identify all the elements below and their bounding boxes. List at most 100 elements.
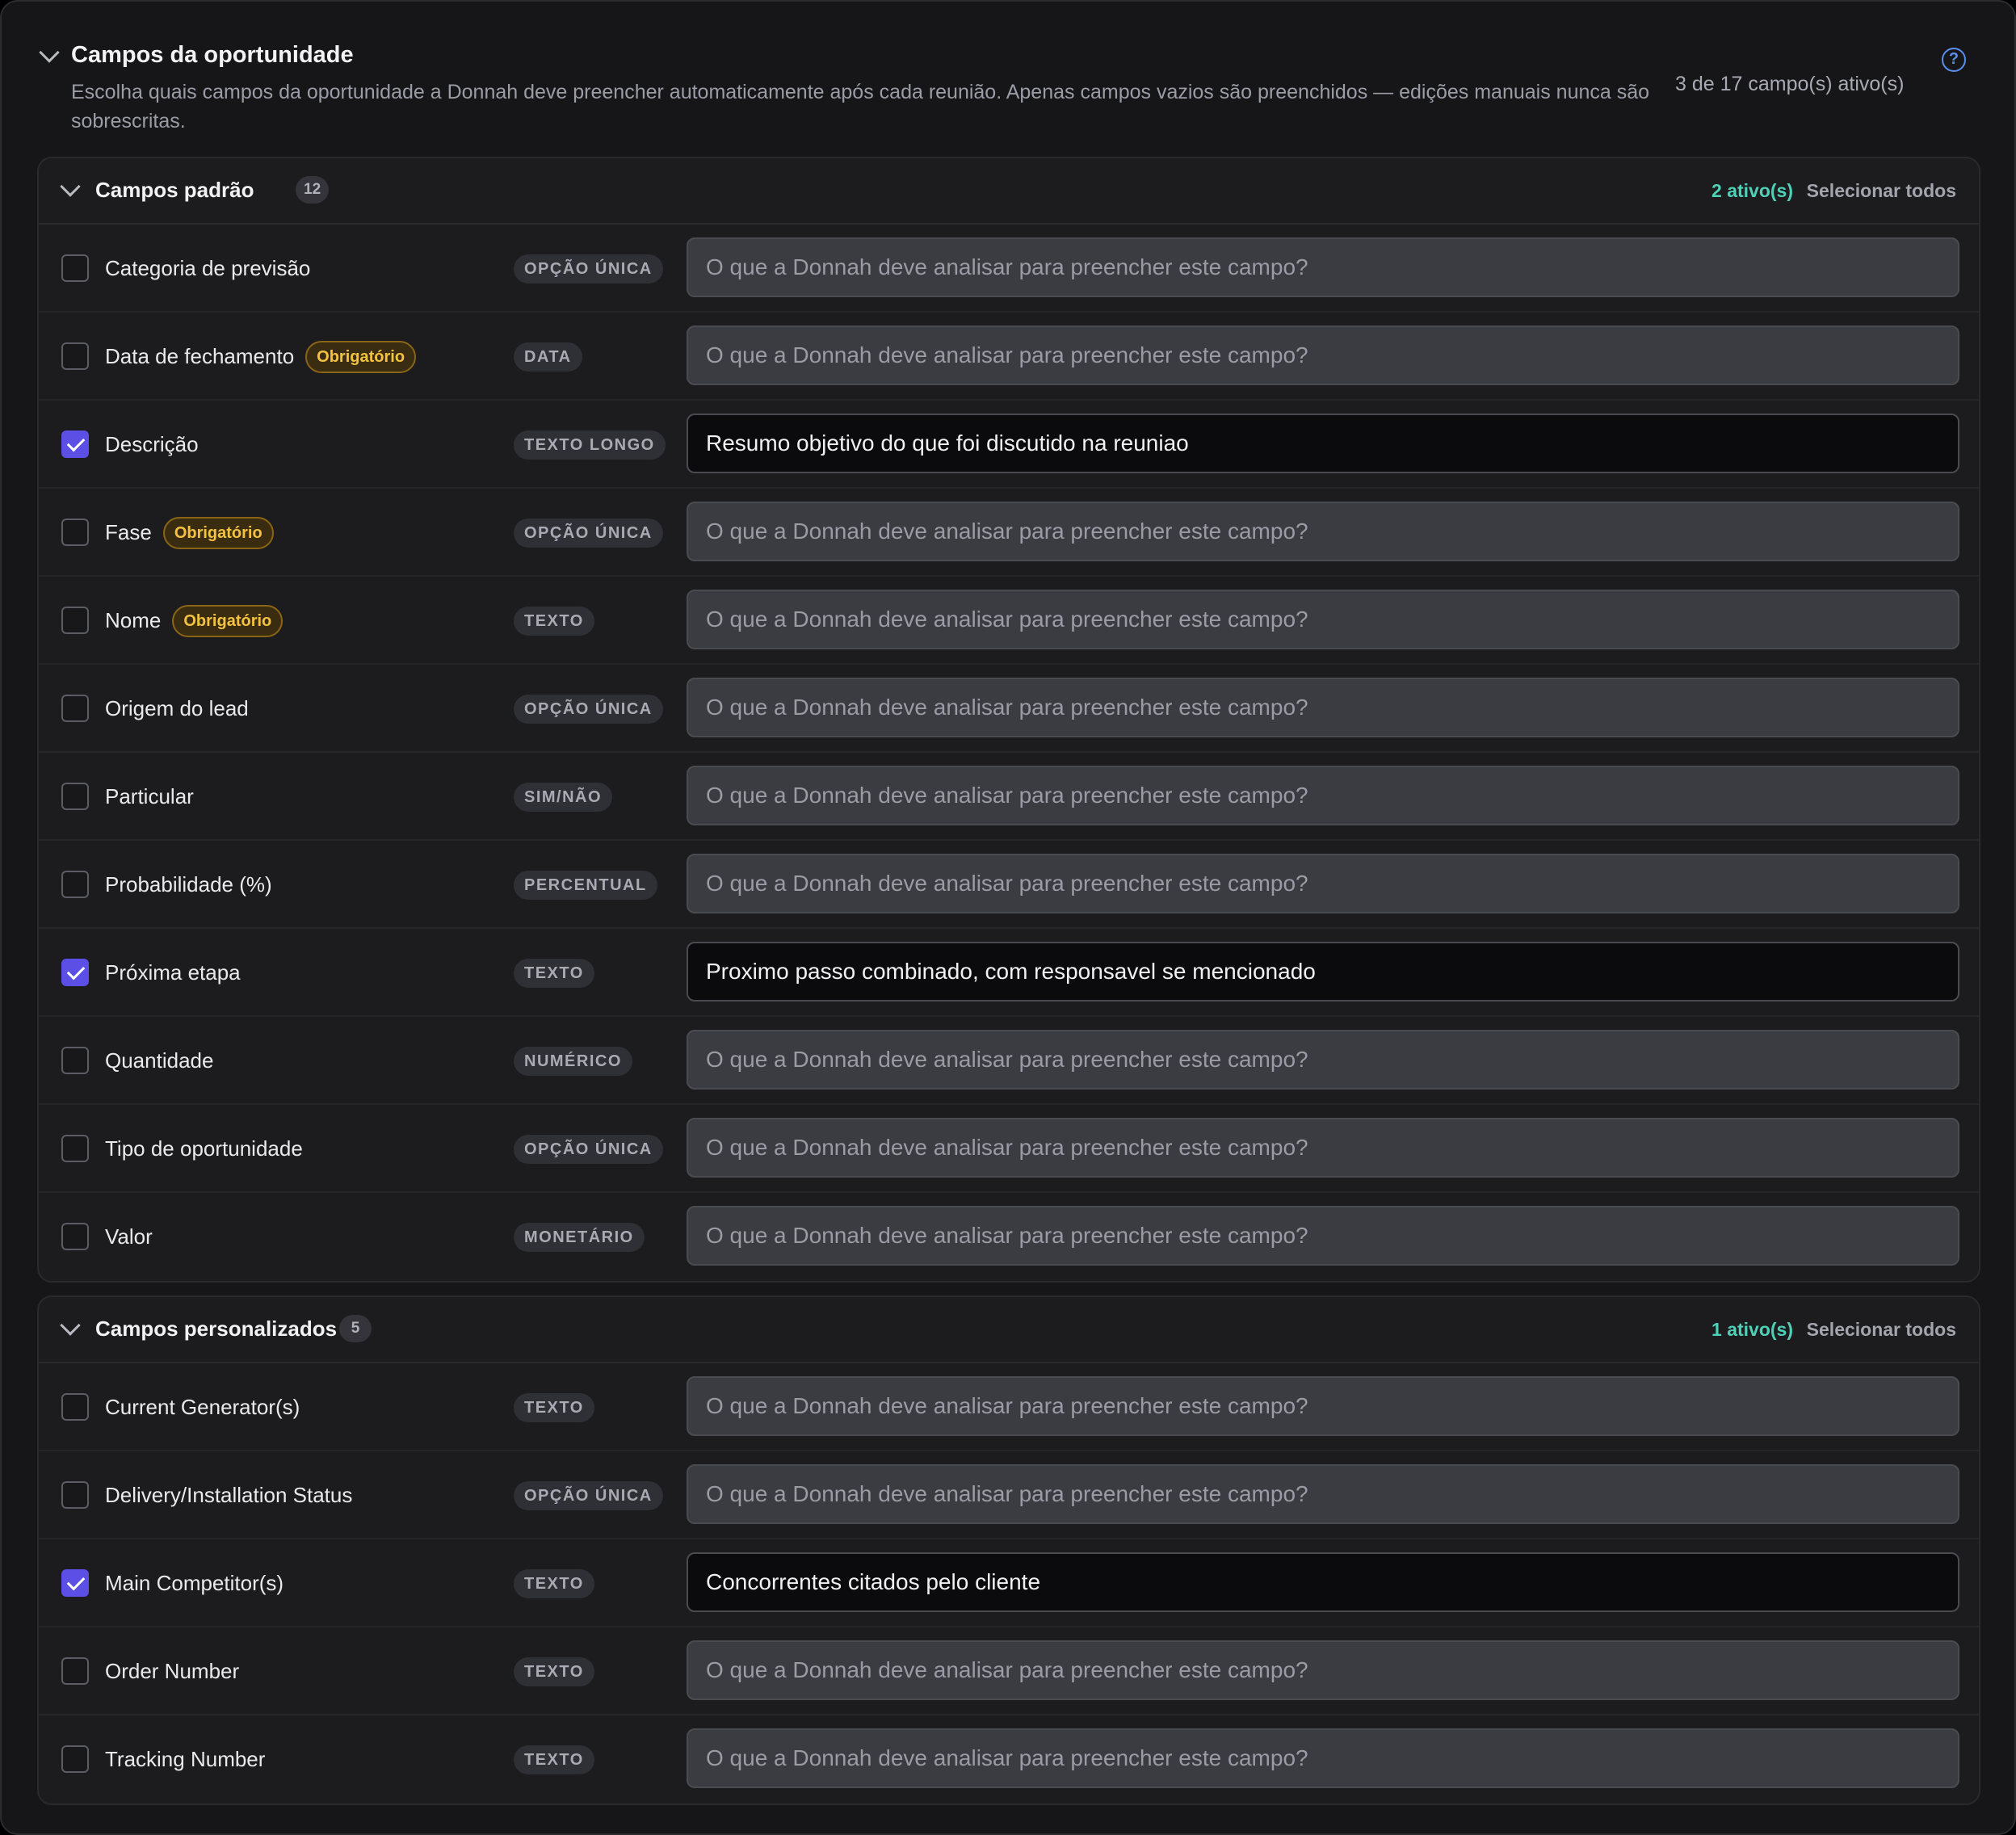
field-checkbox-checked[interactable]	[61, 1569, 89, 1597]
field-checkbox-checked[interactable]	[61, 959, 89, 986]
field-prompt-input[interactable]	[687, 1206, 1959, 1266]
field-label: Origem do lead	[105, 696, 249, 720]
required-badge: Obrigatório	[172, 604, 284, 637]
field-prompt-input[interactable]	[687, 502, 1959, 561]
field-checkbox[interactable]	[61, 1657, 89, 1685]
panel-description: Escolha quais campos da oportunidade a D…	[71, 81, 1650, 132]
section-title: Campos padrão	[95, 178, 254, 202]
field-checkbox-checked[interactable]	[61, 430, 89, 458]
field-label: Descrição	[105, 432, 199, 456]
field-label-group: Quantidade	[105, 1017, 213, 1105]
section-header[interactable]: Campos padrão 12 2 ativo(s) Selecionar t…	[39, 158, 1979, 225]
field-prompt-input[interactable]	[687, 1552, 1959, 1612]
section-chevron-icon[interactable]	[60, 1315, 81, 1336]
field-label-group: Próxima etapa	[105, 929, 241, 1017]
field-prompt-input[interactable]	[687, 854, 1959, 913]
field-label-group: Probabilidade (%)	[105, 841, 272, 929]
field-checkbox[interactable]	[61, 1393, 89, 1421]
field-type-badge: OPÇÃO ÚNICA	[514, 1481, 663, 1510]
field-row: Current Generator(s) TEXTO	[39, 1363, 1979, 1451]
field-row: Fase Obrigatório OPÇÃO ÚNICA	[39, 489, 1979, 577]
field-checkbox[interactable]	[61, 254, 89, 282]
field-count-badge: 5	[339, 1315, 372, 1342]
field-checkbox[interactable]	[61, 1481, 89, 1509]
field-row: Delivery/Installation Status OPÇÃO ÚNICA	[39, 1451, 1979, 1539]
panel-header: Campos da oportunidade Escolha quais cam…	[37, 37, 1979, 158]
field-type-badge: DATA	[514, 342, 582, 372]
field-row: Nome Obrigatório TEXTO	[39, 577, 1979, 665]
field-prompt-input[interactable]	[687, 414, 1959, 473]
field-checkbox[interactable]	[61, 695, 89, 722]
field-checkbox[interactable]	[61, 1745, 89, 1773]
field-label-group: Nome Obrigatório	[105, 577, 284, 665]
field-type-badge: OPÇÃO ÚNICA	[514, 519, 663, 548]
section-chevron-icon[interactable]	[60, 176, 81, 197]
field-prompt-input[interactable]	[687, 1640, 1959, 1700]
help-icon[interactable]: ?	[1942, 48, 1966, 72]
field-type-badge: OPÇÃO ÚNICA	[514, 1135, 663, 1164]
field-label: Tipo de oportunidade	[105, 1136, 303, 1161]
collapse-chevron-icon[interactable]	[39, 42, 60, 63]
field-row: Main Competitor(s) TEXTO	[39, 1539, 1979, 1627]
field-checkbox[interactable]	[61, 1135, 89, 1162]
field-row: Próxima etapa TEXTO	[39, 929, 1979, 1017]
field-label: Quantidade	[105, 1048, 214, 1073]
field-label-group: Data de fechamento Obrigatório	[105, 313, 417, 401]
field-type-badge: TEXTO	[514, 1657, 594, 1686]
field-type-badge: OPÇÃO ÚNICA	[514, 695, 663, 724]
field-label: Tracking Number	[105, 1747, 266, 1771]
required-badge: Obrigatório	[162, 516, 274, 549]
field-label: Main Competitor(s)	[105, 1571, 284, 1595]
field-prompt-input[interactable]	[687, 1118, 1959, 1178]
field-row: Data de fechamento Obrigatório DATA	[39, 313, 1979, 401]
field-type-badge: MONETÁRIO	[514, 1223, 645, 1252]
field-checkbox[interactable]	[61, 342, 89, 370]
field-prompt-input[interactable]	[687, 325, 1959, 385]
field-prompt-input[interactable]	[687, 1464, 1959, 1524]
panel-title: Campos da oportunidade	[71, 42, 354, 68]
field-checkbox[interactable]	[61, 871, 89, 898]
field-list: Categoria de previsão OPÇÃO ÚNICA Data de …	[39, 225, 1979, 1281]
field-label: Nome	[105, 608, 162, 632]
field-prompt-input[interactable]	[687, 590, 1959, 649]
field-label-group: Origem do lead	[105, 665, 249, 753]
field-prompt-input[interactable]	[687, 766, 1959, 825]
field-label: Particular	[105, 784, 194, 808]
select-all-button[interactable]: Selecionar todos	[1807, 180, 1956, 202]
field-row: Tipo de oportunidade OPÇÃO ÚNICA	[39, 1105, 1979, 1193]
field-label: Probabilidade (%)	[105, 872, 272, 897]
field-prompt-input[interactable]	[687, 678, 1959, 737]
field-label: Fase	[105, 520, 152, 544]
field-label-group: Delivery/Installation Status	[105, 1451, 352, 1539]
required-badge: Obrigatório	[305, 340, 417, 373]
field-prompt-input[interactable]	[687, 1030, 1959, 1090]
field-label: Categoria de previsão	[105, 256, 311, 280]
field-checkbox[interactable]	[61, 607, 89, 634]
field-checkbox[interactable]	[61, 1047, 89, 1074]
field-checkbox[interactable]	[61, 783, 89, 810]
field-label: Próxima etapa	[105, 960, 241, 985]
section-header[interactable]: Campos personalizados 5 1 ativo(s) Selec…	[39, 1297, 1979, 1363]
field-row: Categoria de previsão OPÇÃO ÚNICA	[39, 225, 1979, 313]
field-label: Order Number	[105, 1659, 240, 1683]
field-prompt-input[interactable]	[687, 1728, 1959, 1788]
field-prompt-input[interactable]	[687, 942, 1959, 1001]
field-label-group: Tipo de oportunidade	[105, 1105, 303, 1193]
field-list: Current Generator(s) TEXTO Delivery/Instal…	[39, 1363, 1979, 1804]
field-prompt-input[interactable]	[687, 1376, 1959, 1436]
field-label-group: Tracking Number	[105, 1715, 265, 1804]
field-checkbox[interactable]	[61, 1223, 89, 1250]
field-checkbox[interactable]	[61, 519, 89, 546]
field-type-badge: TEXTO	[514, 1569, 594, 1598]
field-prompt-input[interactable]	[687, 237, 1959, 297]
field-row: Valor MONETÁRIO	[39, 1193, 1979, 1281]
active-fields-summary: 3 de 17 campo(s) ativo(s)	[1675, 73, 1905, 95]
section-standard-fields: Campos padrão 12 2 ativo(s) Selecionar t…	[37, 157, 1980, 1283]
field-type-badge: NUMÉRICO	[514, 1047, 632, 1076]
select-all-button[interactable]: Selecionar todos	[1807, 1319, 1956, 1341]
active-count: 1 ativo(s)	[1712, 1319, 1793, 1340]
field-row: Probabilidade (%) PERCENTUAL	[39, 841, 1979, 929]
opportunity-fields-panel: Campos da oportunidade Escolha quais cam…	[0, 0, 2016, 1835]
field-label-group: Fase Obrigatório	[105, 489, 274, 577]
field-label-group: Categoria de previsão	[105, 225, 310, 313]
